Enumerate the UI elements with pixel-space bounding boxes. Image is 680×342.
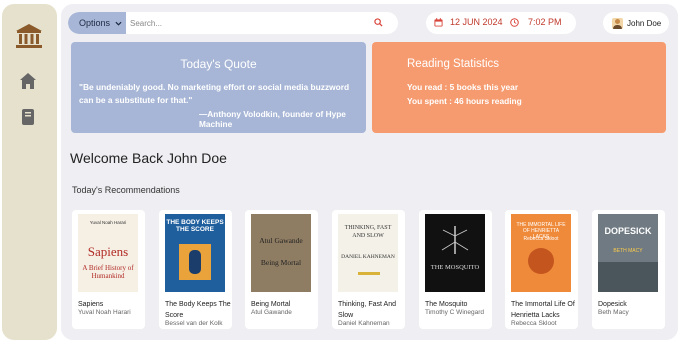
book-author: Yuval Noah Harari: [78, 309, 131, 316]
chevron-down-icon: [115, 21, 122, 26]
options-dropdown-button[interactable]: Options: [68, 12, 126, 34]
welcome-heading: Welcome Back John Doe: [70, 150, 227, 166]
calendar-icon: [434, 18, 443, 27]
book-cover: DOPESICK BETH MACY: [598, 214, 658, 292]
hours-spent-stat: You spent : 46 hours reading: [407, 96, 522, 106]
book-author: Timothy C Winegard: [425, 309, 484, 316]
book-card[interactable]: THINKING, FAST AND SLOW DANIEL KAHNEMAN …: [332, 210, 405, 329]
cover-author: DANIEL KAHNEMAN: [341, 254, 395, 260]
book-card[interactable]: Atul Gawande Being Mortal Being Mortal A…: [245, 210, 318, 329]
cover-subtitle: A Brief History of Humankind: [82, 264, 134, 280]
book-title: Thinking, Fast And Slow: [338, 301, 396, 319]
cover-title: Sapiens: [87, 244, 129, 259]
quote-text: "Be undeniably good. No marketing effort…: [79, 82, 350, 105]
quote-author: —Anthony Volodkin, founder of Hype Machi…: [199, 109, 346, 129]
book-card[interactable]: THE IMMORTAL LIFE OF HENRIETTA LACKS Reb…: [505, 210, 578, 329]
home-icon[interactable]: [19, 72, 37, 90]
user-name: John Doe: [627, 18, 662, 28]
book-cover: Atul Gawande Being Mortal: [251, 214, 311, 292]
cover-art: [189, 250, 201, 274]
cover-art: [528, 248, 554, 274]
datetime-display: 12 JUN 2024 7:02 PM: [426, 12, 576, 34]
book-author: Atul Gawande: [251, 309, 292, 316]
stats-title: Reading Statistics: [407, 58, 500, 70]
book-cover: THE IMMORTAL LIFE OF HENRIETTA LACKS Reb…: [511, 214, 571, 292]
library-logo-icon: [16, 24, 42, 48]
clock-icon: [510, 18, 519, 27]
book-cover: Yuval Noah Harari Sapiens A Brief Histor…: [78, 214, 138, 292]
cover-title: Being Mortal: [260, 258, 302, 267]
book-author: Daniel Kahneman: [338, 320, 390, 327]
avatar: [612, 17, 623, 29]
search-input[interactable]: [130, 15, 370, 31]
book-card[interactable]: THE MOSQUITO The Mosquito Timothy C Wine…: [419, 210, 492, 329]
book-title: The Immortal Life Of Henrietta Lacks: [511, 301, 575, 319]
quote-title: Today's Quote: [180, 57, 257, 71]
book-title: The Body Keeps The Score: [165, 301, 231, 319]
book-cover: THINKING, FAST AND SLOW DANIEL KAHNEMAN: [338, 214, 398, 292]
book-card[interactable]: Yuval Noah Harari Sapiens A Brief Histor…: [72, 210, 145, 329]
cover-author: Atul Gawande: [259, 236, 303, 245]
book-cover: THE BODY KEEPS THE SCORE: [165, 214, 225, 292]
cover-author: Rebecca Skloot: [523, 236, 559, 242]
quote-card: Today's Quote "Be undeniably good. No ma…: [71, 42, 366, 133]
user-profile-button[interactable]: John Doe: [603, 12, 669, 34]
book-author: Bessel van der Kolk: [165, 320, 223, 327]
search-icon[interactable]: [374, 18, 383, 27]
cover-art: [598, 262, 658, 292]
cover-title: THE MOSQUITO: [430, 264, 480, 271]
cover-title: THINKING, FAST AND SLOW: [344, 225, 392, 239]
sidebar: [2, 4, 57, 340]
recommendations-title: Today's Recommendations: [72, 185, 180, 195]
book-card[interactable]: DOPESICK BETH MACY Dopesick Beth Macy: [592, 210, 665, 329]
cover-title: THE BODY KEEPS THE SCORE: [166, 219, 224, 233]
mosquito-illustration-icon: [441, 226, 469, 254]
books-read-stat: You read : 5 books this year: [407, 82, 519, 92]
cover-title: DOPESICK: [604, 226, 652, 236]
cover-author: BETH MACY: [613, 248, 643, 254]
reading-stats-card: Reading Statistics You read : 5 books th…: [372, 42, 666, 133]
options-label: Options: [79, 18, 111, 28]
book-icon[interactable]: [20, 108, 36, 126]
cover-art: [358, 272, 380, 275]
book-author: Rebecca Skloot: [511, 320, 557, 327]
book-author: Beth Macy: [598, 309, 629, 316]
search-bar: Options: [68, 12, 398, 34]
current-time: 7:02 PM: [528, 17, 562, 27]
current-date: 12 JUN 2024: [450, 17, 503, 27]
cover-author: Yuval Noah Harari: [89, 220, 127, 225]
book-card[interactable]: THE BODY KEEPS THE SCORE The Body Keeps …: [159, 210, 232, 329]
book-cover: THE MOSQUITO: [425, 214, 485, 292]
